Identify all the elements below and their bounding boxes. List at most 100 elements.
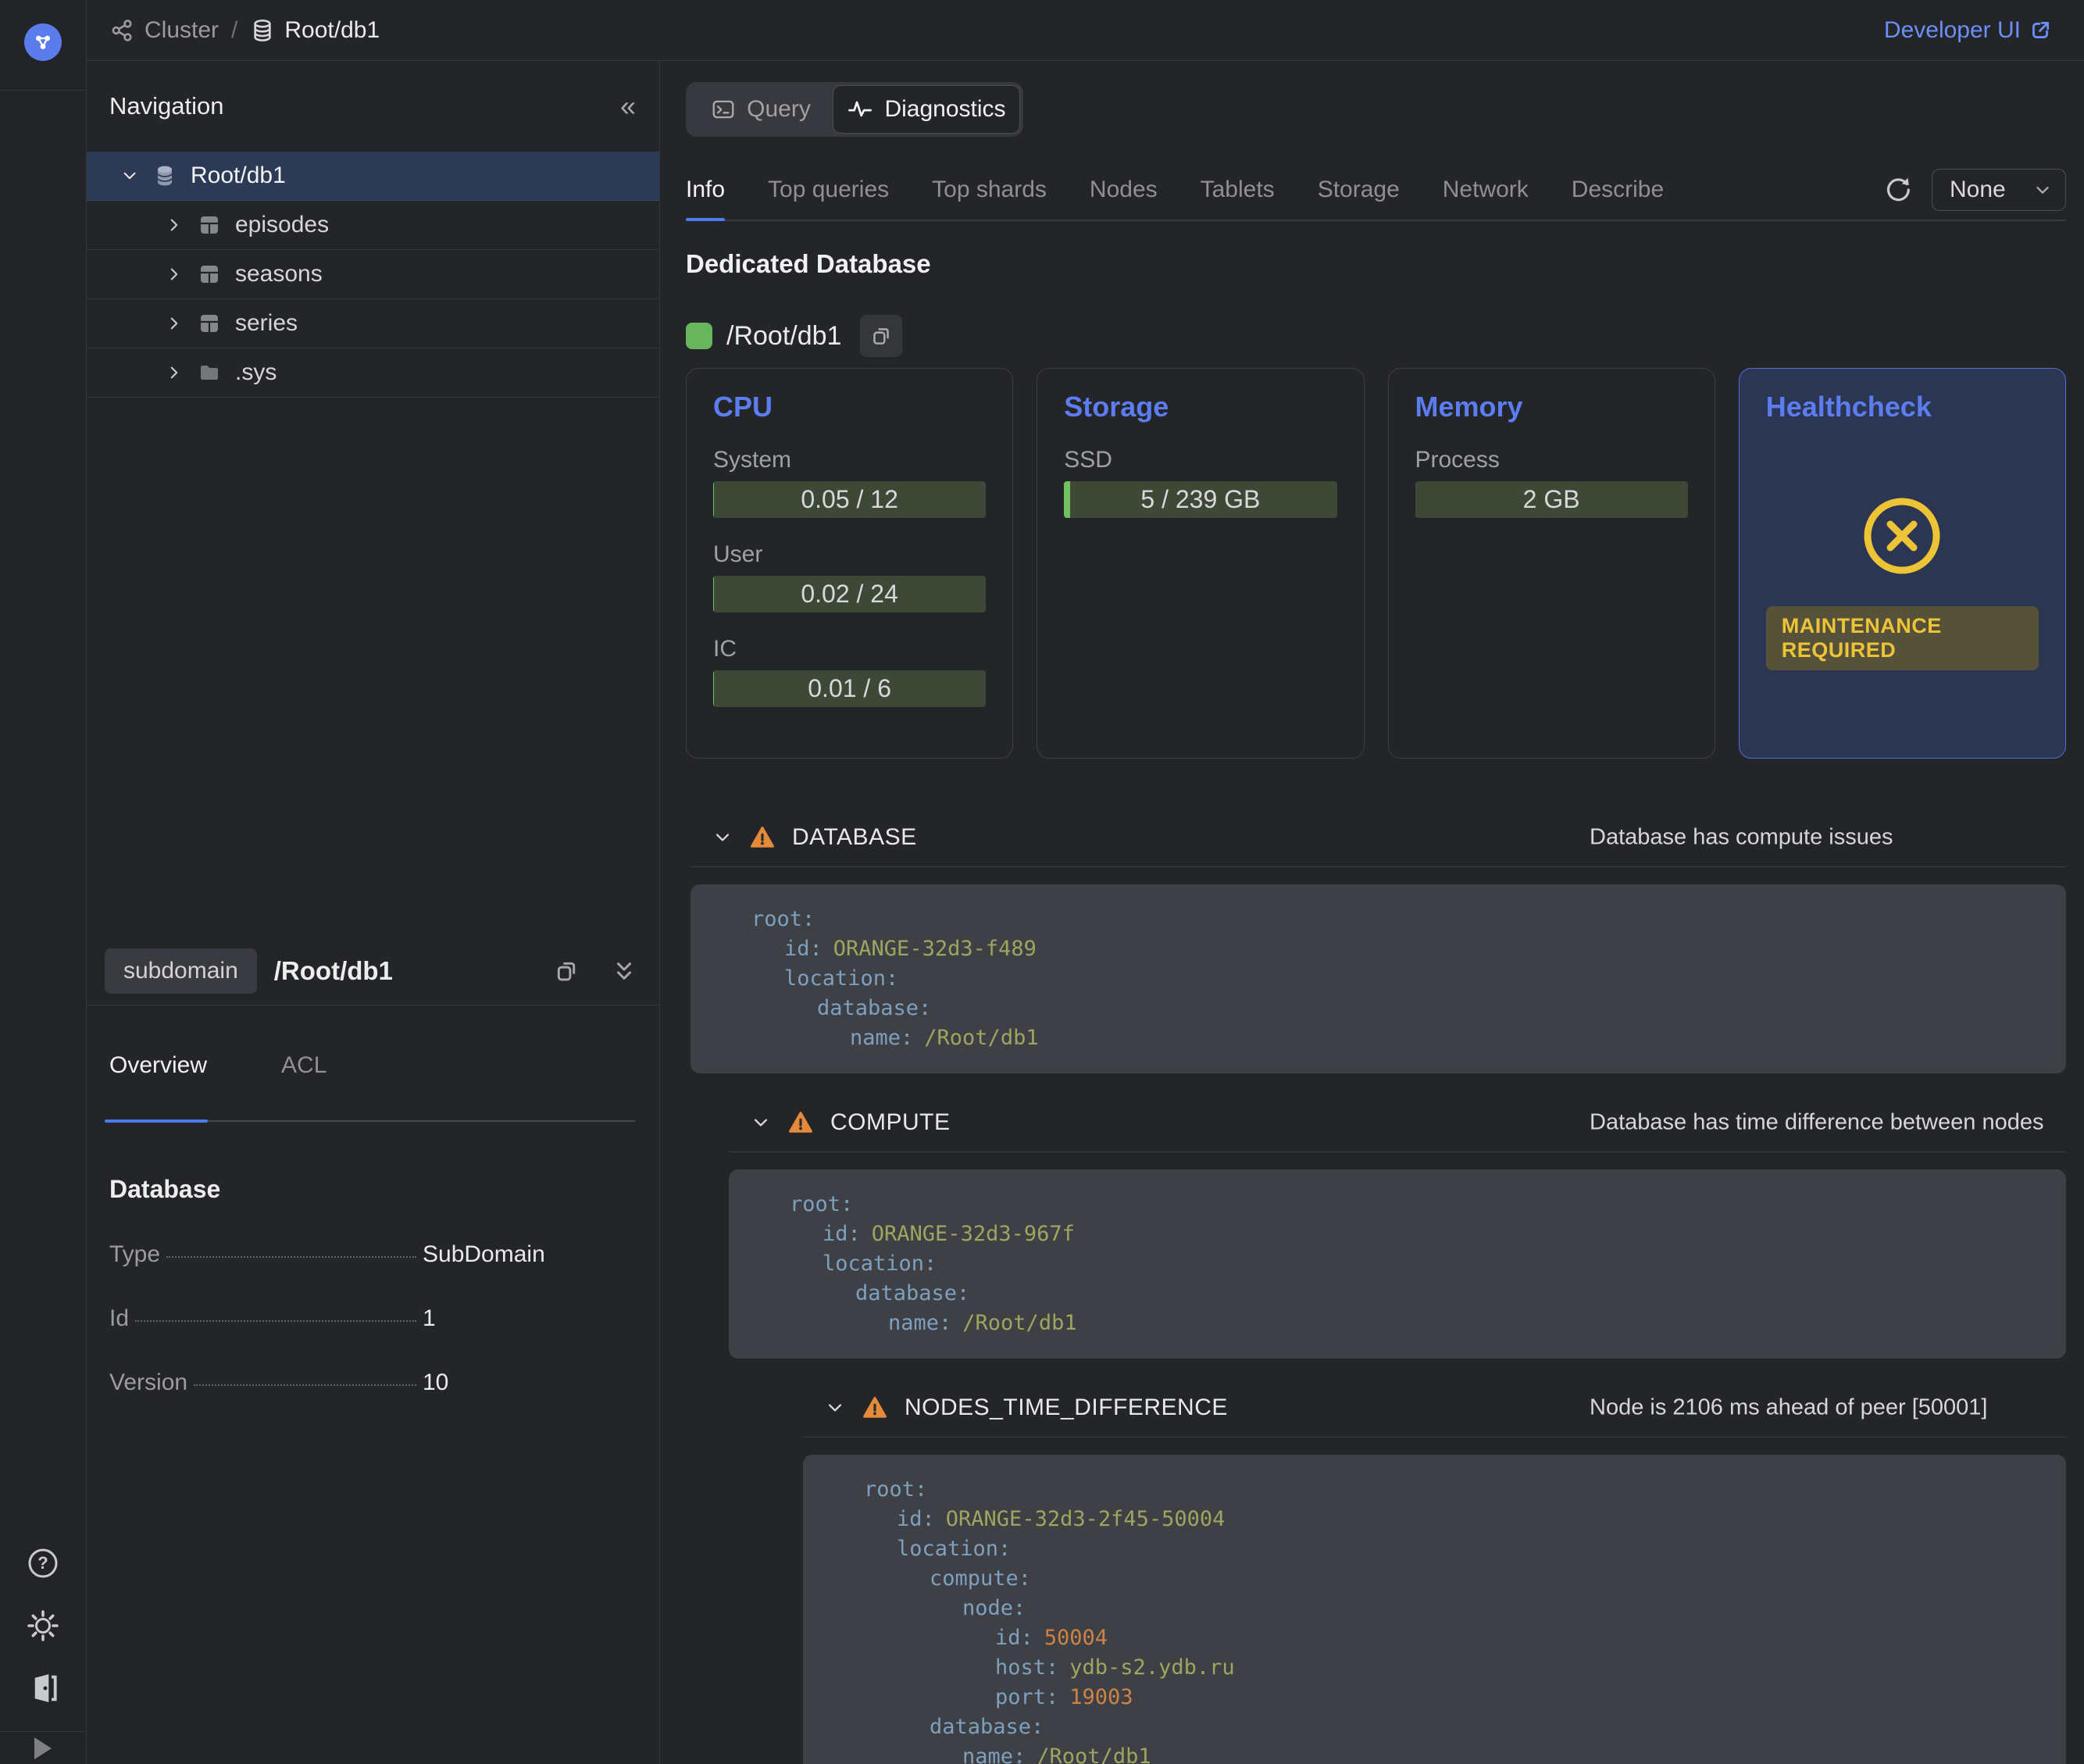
warning-triangle-icon xyxy=(862,1395,887,1420)
developer-ui-label: Developer UI xyxy=(1884,17,2021,44)
meter-fill xyxy=(1064,481,1069,518)
entity-section-title: Database xyxy=(109,1175,634,1204)
cluster-nodes-icon xyxy=(31,30,55,54)
refresh-button[interactable] xyxy=(1883,175,1913,205)
collapse-panel-icon[interactable]: « xyxy=(620,92,636,120)
view-diagnostics[interactable]: Diagnostics xyxy=(833,85,1020,134)
metric-label: SSD xyxy=(1064,447,1336,473)
tree-item-root-db1[interactable]: Root/db1 xyxy=(87,152,659,201)
table-icon xyxy=(198,213,221,237)
issues-tree: DATABASE Database has compute issues roo… xyxy=(686,815,2066,1764)
meter-fill xyxy=(713,670,714,707)
meter-fill xyxy=(713,481,714,518)
copy-db-path-button[interactable] xyxy=(860,315,902,357)
tab-network[interactable]: Network xyxy=(1443,160,1529,220)
tab-tablets[interactable]: Tablets xyxy=(1201,160,1275,220)
chevron-right-icon[interactable] xyxy=(165,363,184,382)
play-arrow-icon xyxy=(34,1737,52,1759)
chevron-down-icon[interactable] xyxy=(712,827,733,848)
logout-button[interactable] xyxy=(25,1670,61,1706)
page-title: Dedicated Database xyxy=(686,249,2066,279)
storage-card-title: Storage xyxy=(1064,391,1336,423)
meter-value: 0.01 / 6 xyxy=(808,674,891,703)
breadcrumb-separator: / xyxy=(231,17,237,44)
healthcheck-card[interactable]: Healthcheck MAINTENANCE REQUIRED xyxy=(1739,368,2066,759)
dotted-leader xyxy=(135,1320,416,1322)
question-circle-icon: ? xyxy=(26,1546,60,1580)
expand-details-button[interactable] xyxy=(612,959,636,983)
navigation-panel: Navigation « xyxy=(87,61,660,1764)
db-status-indicator xyxy=(686,323,712,349)
issue-header[interactable]: NODES_TIME_DIFFERENCE Node is 2106 ms ah… xyxy=(803,1385,2066,1430)
issue-status: Database has compute issues xyxy=(1590,825,1893,851)
cpu-card: CPU System 0.05 / 12 User 0.02 / 24 IC xyxy=(686,368,1013,759)
issue-database: DATABASE Database has compute issues roo… xyxy=(691,815,2066,1073)
entity-panel: subdomain /Root/db1 xyxy=(87,937,659,1764)
rail-divider xyxy=(0,90,87,91)
issue-nodes-time-difference: NODES_TIME_DIFFERENCE Node is 2106 ms ah… xyxy=(803,1385,2066,1764)
chevron-right-icon[interactable] xyxy=(165,216,184,234)
meter-value: 0.05 / 12 xyxy=(801,485,898,514)
storage-card: Storage SSD 5 / 239 GB xyxy=(1037,368,1364,759)
developer-ui-link[interactable]: Developer UI xyxy=(1884,17,2052,44)
table-icon xyxy=(198,262,221,286)
issue-name: NODES_TIME_DIFFERENCE xyxy=(905,1394,1228,1421)
database-cylinder-icon xyxy=(153,164,177,187)
field-label: Type xyxy=(109,1241,160,1268)
issue-yaml-block: root: id:ORANGE-32d3-f489 location: data… xyxy=(691,884,2066,1073)
metric-label: User xyxy=(713,541,986,568)
autorefresh-select[interactable]: None xyxy=(1932,169,2066,211)
warning-triangle-icon xyxy=(750,825,775,850)
dotted-leader xyxy=(166,1256,416,1258)
navigation-title: Navigation xyxy=(109,92,223,120)
settings-button[interactable] xyxy=(25,1608,61,1644)
external-link-icon xyxy=(2029,19,2052,42)
chevron-right-icon[interactable] xyxy=(165,314,184,333)
view-query-label: Query xyxy=(747,96,811,123)
copy-path-button[interactable] xyxy=(553,958,580,984)
healthcheck-card-title: Healthcheck xyxy=(1766,391,2039,423)
tab-top-shards[interactable]: Top shards xyxy=(932,160,1047,220)
table-icon xyxy=(198,312,221,335)
tree-item-episodes[interactable]: episodes xyxy=(87,201,659,250)
chevron-right-icon[interactable] xyxy=(165,265,184,284)
meter-value: 0.02 / 24 xyxy=(801,580,898,609)
tree-item-series[interactable]: series xyxy=(87,299,659,348)
tree-item-label: series xyxy=(235,310,298,337)
issue-header[interactable]: COMPUTE Database has time difference bet… xyxy=(729,1100,2066,1145)
issue-header[interactable]: DATABASE Database has compute issues xyxy=(691,815,2066,860)
autorefresh-value: None xyxy=(1950,177,2006,203)
tree-item-label: Root/db1 xyxy=(191,162,286,189)
ydb-logo[interactable] xyxy=(24,23,62,61)
main-content: Query Diagnostics Info Top queries xyxy=(660,61,2084,1764)
left-rail: ? xyxy=(0,0,87,1764)
chevron-down-icon[interactable] xyxy=(120,166,139,185)
expand-panel-button[interactable] xyxy=(0,1732,87,1764)
terminal-icon xyxy=(711,97,736,122)
metric-label: Process xyxy=(1415,447,1688,473)
issue-compute: COMPUTE Database has time difference bet… xyxy=(729,1100,2066,1359)
tree-item-label: episodes xyxy=(235,212,329,238)
view-query[interactable]: Query xyxy=(689,85,833,134)
cluster-share-icon xyxy=(110,18,135,43)
field-id: Id 1 xyxy=(109,1305,634,1332)
chevron-down-icon[interactable] xyxy=(825,1398,845,1418)
memory-card: Memory Process 2 GB xyxy=(1388,368,1715,759)
gear-icon xyxy=(26,1609,60,1643)
tree-item-seasons[interactable]: seasons xyxy=(87,250,659,299)
chevron-down-icon[interactable] xyxy=(751,1112,771,1133)
tab-info[interactable]: Info xyxy=(686,160,725,220)
breadcrumb-cluster[interactable]: Cluster xyxy=(145,17,219,44)
tab-top-queries[interactable]: Top queries xyxy=(768,160,889,220)
tab-nodes[interactable]: Nodes xyxy=(1090,160,1158,220)
cpu-ic-meter: 0.01 / 6 xyxy=(713,670,986,707)
tree-item-sys[interactable]: .sys xyxy=(87,348,659,398)
tab-overview[interactable]: Overview xyxy=(109,1052,207,1079)
tree-item-label: .sys xyxy=(235,359,277,386)
storage-ssd-meter: 5 / 239 GB xyxy=(1064,481,1336,518)
tab-describe[interactable]: Describe xyxy=(1572,160,1664,220)
tab-acl[interactable]: ACL xyxy=(281,1052,327,1079)
tab-storage[interactable]: Storage xyxy=(1318,160,1400,220)
cpu-card-title: CPU xyxy=(713,391,986,423)
help-button[interactable]: ? xyxy=(25,1545,61,1581)
